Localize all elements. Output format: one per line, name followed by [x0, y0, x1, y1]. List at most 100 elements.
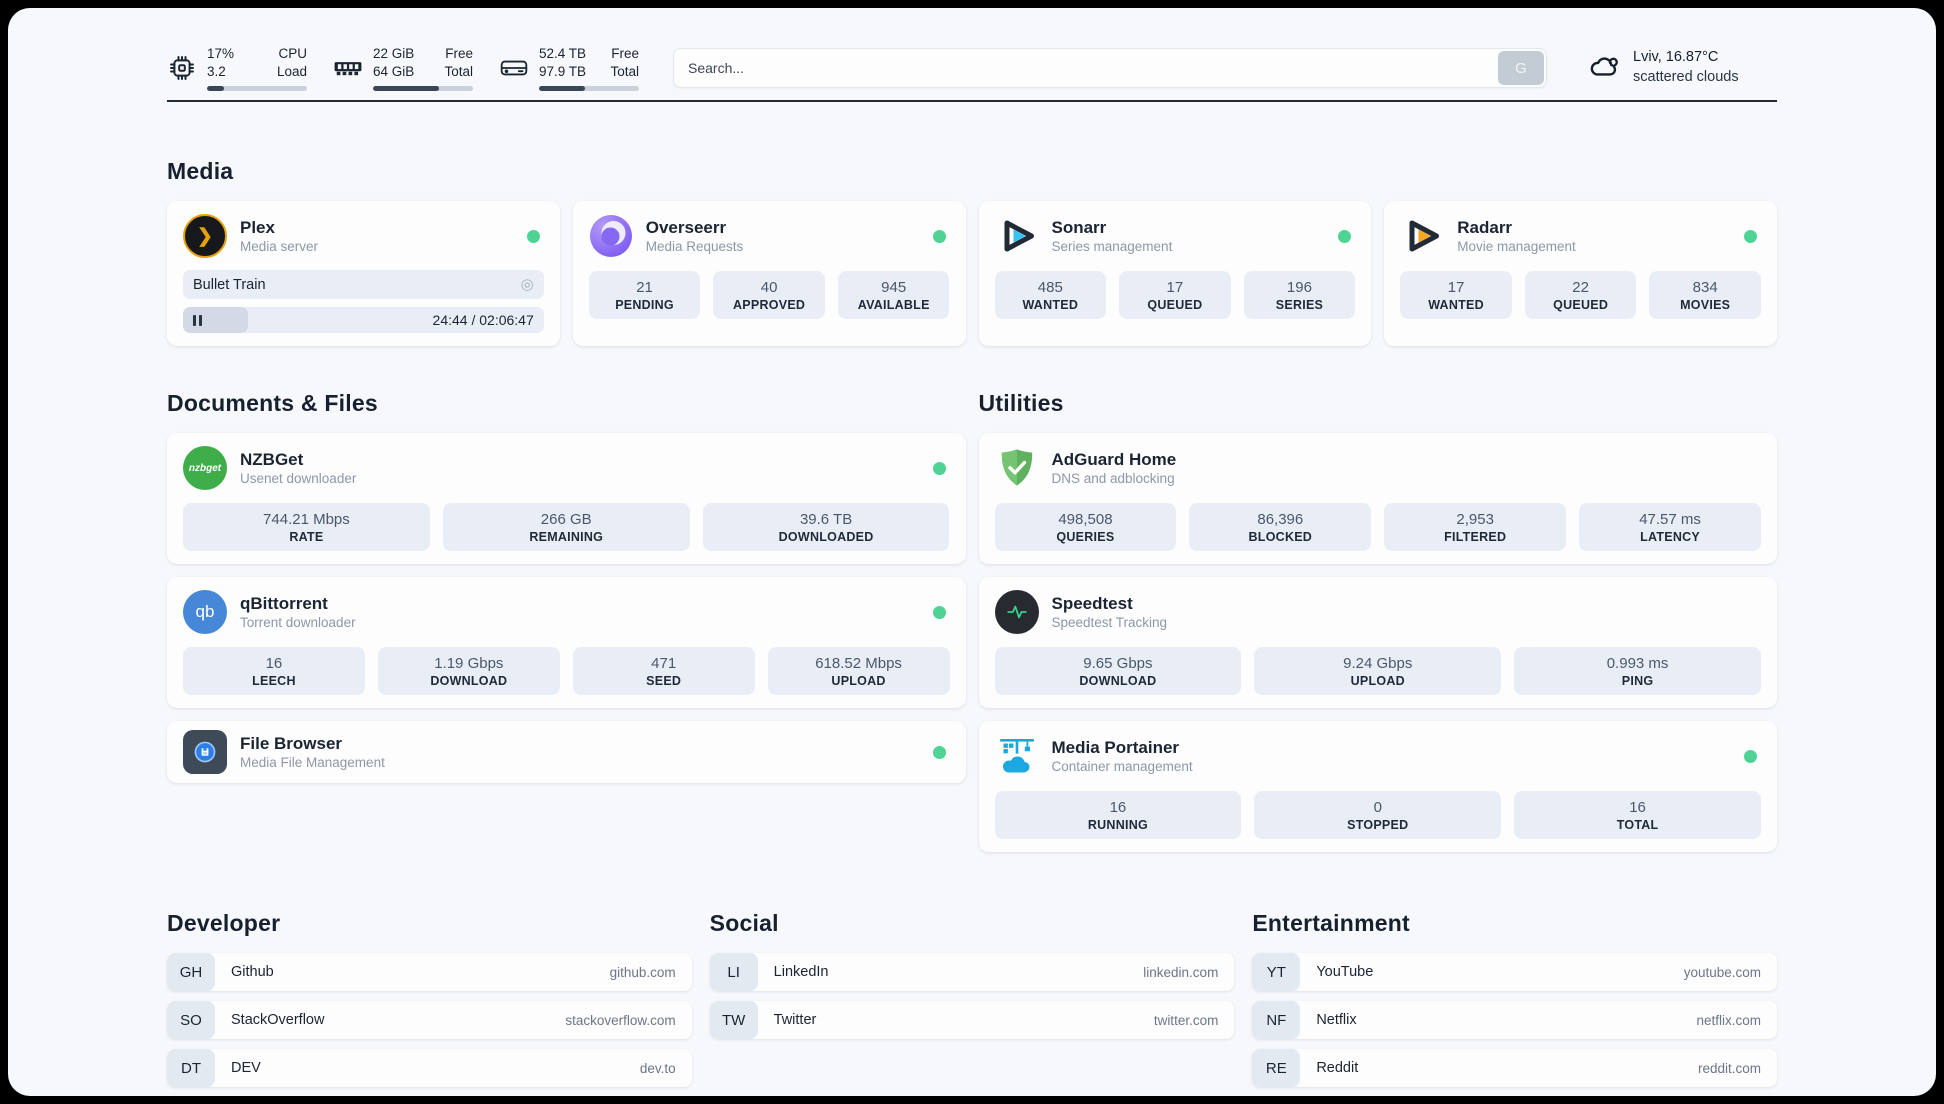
top-bar: 17% 3.2 CPU Load 22 GiB 64 GiB Free Tota… [167, 8, 1777, 100]
link-url: netflix.com [1696, 1012, 1761, 1028]
stat-box: 744.21 Mbps RATE [183, 503, 430, 551]
app-subtitle: DNS and adblocking [1051, 470, 1175, 486]
app-card-adguard[interactable]: AdGuard Home DNS and adblocking 498,508 … [978, 433, 1777, 564]
app-subtitle: Container management [1051, 758, 1193, 774]
documents-column: Documents & Files nzbget NZBGet Usenet d… [167, 390, 966, 852]
ram-free-label: Free [445, 46, 473, 62]
app-card-sonarr[interactable]: Sonarr Series management 485 WANTED 17 Q… [978, 201, 1372, 346]
app-card-portainer[interactable]: Media Portainer Container management 16 … [978, 721, 1777, 852]
disk-total-label: Total [610, 64, 639, 79]
playback-progress-row: 24:44 / 02:06:47 [183, 307, 544, 333]
section-title-utilities: Utilities [978, 390, 1064, 416]
stat-box: 834 MOVIES [1649, 271, 1761, 319]
section-title-documents: Documents & Files [167, 390, 378, 416]
dashboard-page: 17% 3.2 CPU Load 22 GiB 64 GiB Free Tota… [8, 8, 1936, 1096]
cpu-metric: 17% 3.2 CPU Load [167, 45, 307, 91]
link-name: YouTube [1316, 964, 1374, 980]
social-column: Social LI LinkedIn linkedin.com TW Twitt… [709, 910, 1235, 1096]
app-card-filebrowser[interactable]: File Browser Media File Management [167, 721, 966, 783]
stat-box: 16 LEECH [183, 647, 365, 695]
search-engine-button[interactable]: G [1498, 51, 1544, 85]
link-name: DEV [231, 1060, 261, 1076]
adguard-icon [995, 446, 1039, 490]
status-online-dot [932, 745, 946, 759]
stat-box: 618.52 Mbps UPLOAD [767, 647, 950, 695]
stat-box: 16 TOTAL [1514, 791, 1761, 839]
link-abbr-badge: DT [167, 1049, 215, 1087]
stat-box: 9.65 Gbps DOWNLOAD [994, 647, 1242, 695]
disk-icon [499, 56, 529, 80]
link-row-linkedin[interactable]: LI LinkedIn linkedin.com [709, 953, 1235, 991]
link-row-github[interactable]: GH Github github.com [167, 953, 692, 991]
app-subtitle: Torrent downloader [240, 614, 356, 630]
link-abbr-badge: NF [1252, 1001, 1301, 1039]
overseerr-icon [589, 214, 633, 258]
app-name: Media Portainer [1051, 737, 1180, 757]
status-online-dot [1338, 229, 1352, 243]
stat-box: 0.993 ms PING [1514, 647, 1761, 695]
link-row-twitter[interactable]: TW Twitter twitter.com [709, 1001, 1235, 1039]
weather-location-temp: Lviv, 16.87°C [1633, 49, 1719, 66]
now-playing-row: Bullet Train ◎ [183, 270, 544, 299]
app-card-overseerr[interactable]: Overseerr Media Requests 21 PENDING 40 A… [572, 201, 966, 346]
app-card-radarr[interactable]: Radarr Movie management 17 WANTED 22 QUE… [1384, 201, 1777, 346]
media-grid: ❯ Plex Media server Bullet Train ◎ 24:44… [167, 201, 1777, 346]
pause-icon [193, 314, 202, 326]
link-row-stackoverflow[interactable]: SO StackOverflow stackoverflow.com [167, 1001, 692, 1039]
disk-metric: 52.4 TB 97.9 TB Free Total [499, 45, 639, 91]
link-name: StackOverflow [231, 1012, 325, 1028]
stat-box: 39.6 TB DOWNLOADED [702, 503, 950, 551]
app-card-nzbget[interactable]: nzbget NZBGet Usenet downloader 744.21 M… [167, 433, 966, 564]
link-abbr-badge: YT [1252, 953, 1301, 991]
disk-free-label: Free [611, 46, 639, 62]
plex-icon: ❯ [183, 214, 227, 258]
link-row-dev[interactable]: DT DEV dev.to [167, 1049, 692, 1087]
target-icon[interactable]: ◎ [521, 277, 534, 292]
link-url: reddit.com [1697, 1060, 1761, 1076]
section-title-entertainment: Entertainment [1252, 910, 1410, 936]
system-metrics: 17% 3.2 CPU Load 22 GiB 64 GiB Free Tota… [167, 45, 639, 91]
link-name: Github [231, 964, 274, 980]
ram-total-value: 64 GiB [373, 64, 415, 79]
search-bar: G [673, 48, 1547, 88]
link-url: dev.to [639, 1060, 676, 1076]
weather-widget: Lviv, 16.87°C scattered clouds [1587, 48, 1777, 87]
app-name: Sonarr [1051, 217, 1107, 237]
app-card-speedtest[interactable]: Speedtest Speedtest Tracking 9.65 Gbps D… [978, 577, 1777, 708]
app-card-qbittorrent[interactable]: qb qBittorrent Torrent downloader 16 LEE… [167, 577, 966, 708]
cpu-progress-bar [207, 85, 307, 91]
link-row-reddit[interactable]: RE Reddit reddit.com [1252, 1049, 1777, 1087]
disk-progress-bar [539, 85, 639, 91]
stat-box: 17 QUEUED [1119, 271, 1231, 319]
link-abbr-badge: SO [167, 1001, 215, 1039]
cpu-icon [167, 54, 197, 82]
stat-box: 22 QUEUED [1524, 271, 1637, 319]
link-url: youtube.com [1683, 964, 1761, 980]
link-name: Reddit [1316, 1060, 1359, 1076]
portainer-icon [995, 734, 1039, 778]
app-card-plex[interactable]: ❯ Plex Media server Bullet Train ◎ 24:44… [167, 201, 560, 346]
stat-box: 40 APPROVED [713, 271, 825, 319]
app-name: File Browser [240, 733, 343, 753]
link-abbr-badge: RE [1252, 1049, 1301, 1087]
stat-box: 266 GB REMAINING [442, 503, 690, 551]
link-row-youtube[interactable]: YT YouTube youtube.com [1252, 953, 1777, 991]
stat-box: 471 SEED [572, 647, 755, 695]
cloud-icon [1587, 50, 1623, 87]
app-name: NZBGet [240, 449, 304, 469]
app-subtitle: Speedtest Tracking [1051, 614, 1168, 630]
search-input[interactable] [673, 48, 1547, 88]
ram-free-value: 22 GiB [373, 46, 415, 62]
status-online-dot [932, 461, 946, 475]
link-name: Twitter [773, 1012, 817, 1028]
link-url: linkedin.com [1143, 964, 1219, 980]
link-row-netflix[interactable]: NF Netflix netflix.com [1252, 1001, 1777, 1039]
stat-box: 0 STOPPED [1254, 791, 1502, 839]
app-subtitle: Media File Management [240, 754, 385, 770]
cpu-load-label: Load [276, 64, 307, 79]
stat-box: 196 SERIES [1243, 271, 1356, 319]
stat-box: 498,508 QUERIES [994, 503, 1177, 551]
header-divider [167, 100, 1777, 102]
app-subtitle: Movie management [1457, 238, 1576, 254]
section-title-developer: Developer [167, 910, 281, 936]
